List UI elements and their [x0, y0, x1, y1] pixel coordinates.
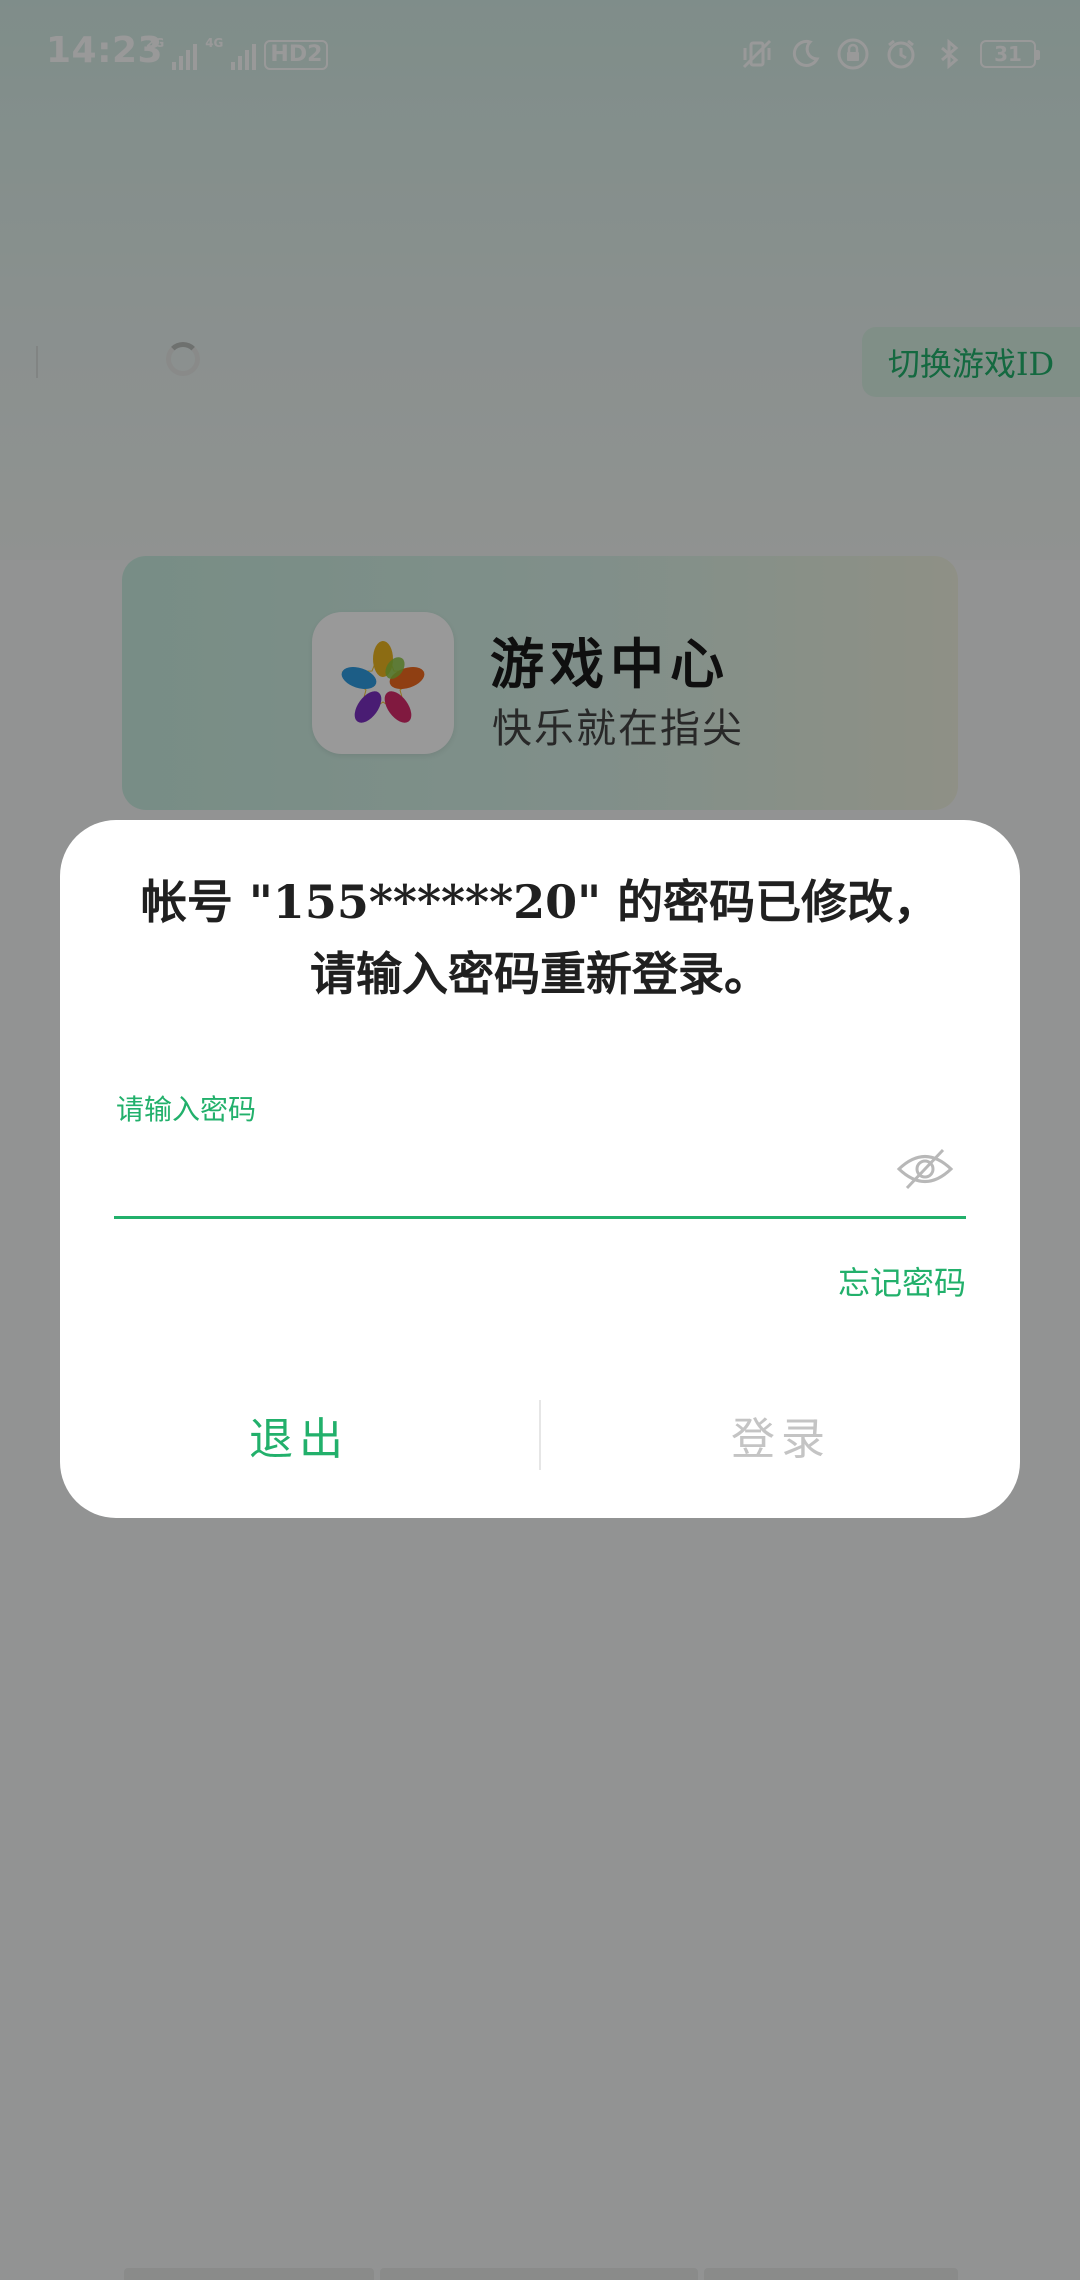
- password-input[interactable]: [114, 1138, 894, 1198]
- password-underline: [114, 1216, 966, 1219]
- exit-button[interactable]: 退出: [60, 1380, 538, 1490]
- password-field-label: 请输入密码: [116, 1093, 257, 1126]
- forgot-password-link[interactable]: 忘记密码: [838, 1258, 966, 1304]
- password-changed-dialog: 帐号 "155******20" 的密码已修改，请输入密码重新登录。 请输入密码…: [60, 820, 1020, 1518]
- dialog-message: 帐号 "155******20" 的密码已修改，请输入密码重新登录。: [140, 875, 940, 1001]
- login-button[interactable]: 登录: [542, 1380, 1020, 1490]
- dialog-button-row: 退出 登录: [60, 1380, 1020, 1490]
- eye-off-icon[interactable]: [894, 1142, 956, 1196]
- button-divider: [539, 1400, 541, 1470]
